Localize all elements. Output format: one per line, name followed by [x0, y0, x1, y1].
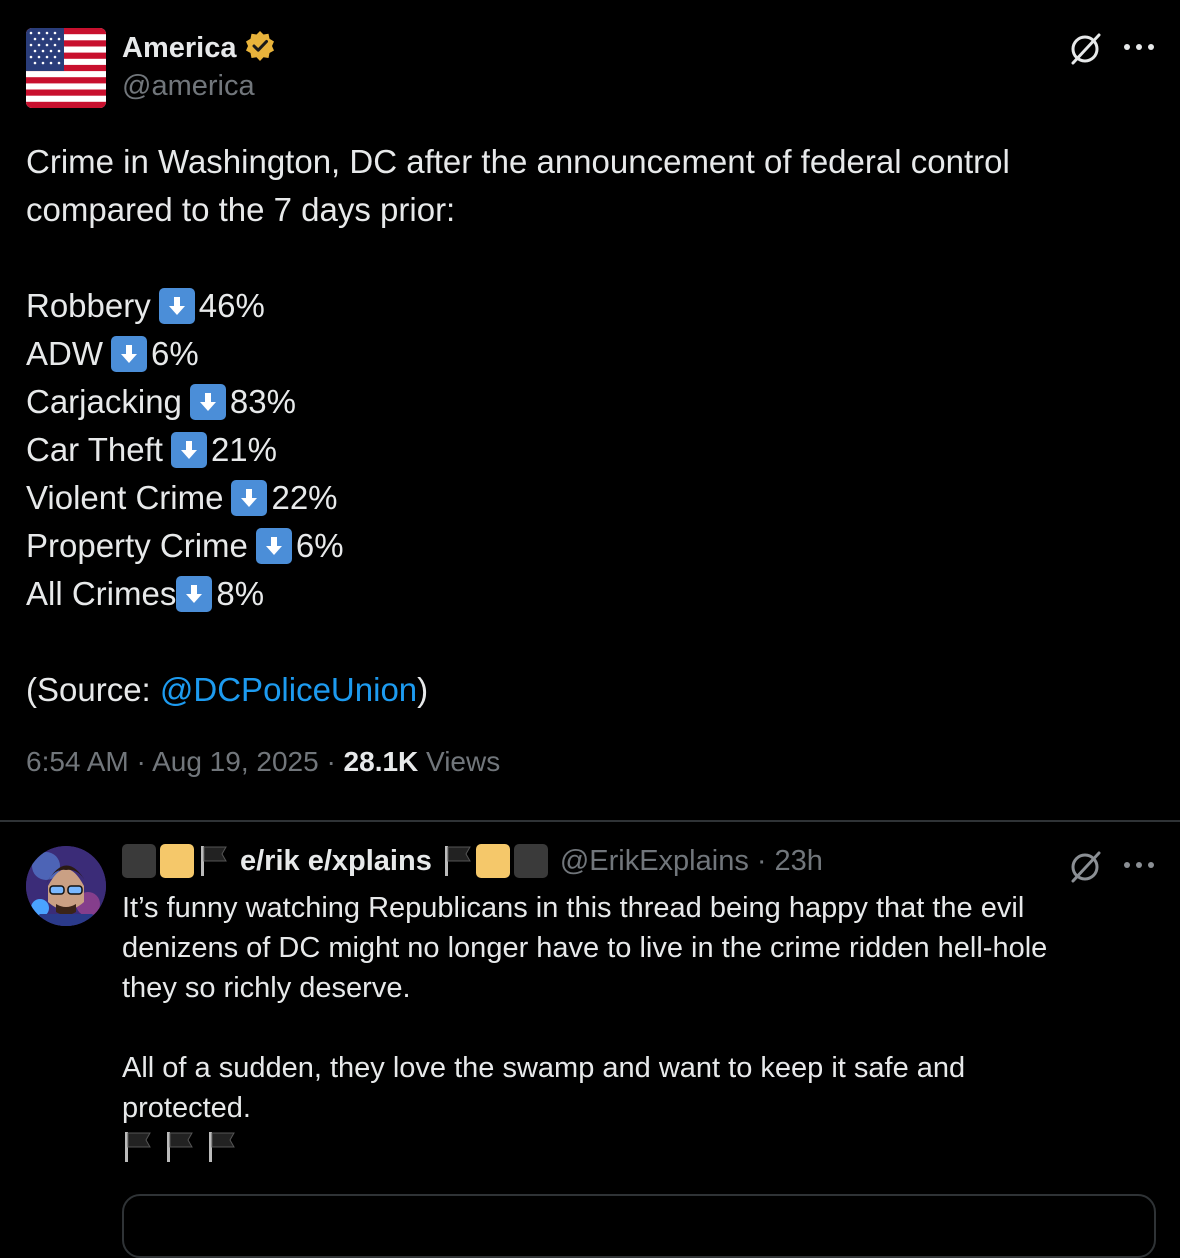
reply-text-line: protected. [122, 1092, 251, 1124]
stat-value: 83% [229, 383, 296, 420]
reply-text-line: denizens of DC might no longer have to l… [122, 932, 1048, 964]
black-square-icon [513, 844, 548, 878]
source-mention-link[interactable]: @DCPoliceUnion [160, 666, 417, 714]
stat-line-robbery: Robbery 46% [26, 282, 1146, 330]
down-arrow-icon [176, 576, 213, 612]
author-name-row: America [122, 30, 276, 67]
black-flag-icon [198, 844, 228, 878]
black-flag-icon [442, 844, 472, 878]
grok-icon[interactable] [1068, 32, 1102, 66]
stat-line-violent-crime: Violent Crime 22% [26, 474, 1146, 522]
author-display-name[interactable]: America [122, 32, 236, 65]
post-text-line: Crime in Washington, DC after the announ… [26, 143, 1010, 180]
yellow-square-icon [475, 844, 510, 878]
down-arrow-icon [255, 528, 292, 564]
us-flag-avatar[interactable] [26, 28, 106, 108]
stat-label: Car Theft [26, 431, 163, 468]
stat-value: 21% [210, 431, 278, 468]
stat-label: Carjacking [26, 383, 182, 420]
more-icon[interactable] [1124, 44, 1154, 52]
flags-row [122, 1130, 1142, 1164]
stat-line-carjacking: Carjacking 83% [26, 378, 1146, 426]
views-label: Views [418, 746, 501, 777]
main-post: America @america Crime in Washington, DC… [0, 0, 1180, 820]
stat-value: 6% [151, 335, 199, 372]
grok-icon[interactable] [1068, 850, 1102, 884]
black-square-icon [122, 844, 156, 878]
black-flag-icon [122, 1130, 152, 1164]
views-count: 28.1K [343, 746, 419, 777]
down-arrow-icon [111, 336, 147, 372]
reply-text-line: they so richly deserve. [122, 972, 411, 1004]
stat-value: 22% [271, 479, 338, 516]
source-line: (Source: @DCPoliceUnion) [26, 666, 1146, 714]
down-arrow-icon [231, 480, 268, 516]
post-meta: 6:54 AM · Aug 19, 2025 · 28.1K Views [26, 746, 500, 778]
stat-value: 6% [295, 527, 344, 564]
yellow-square-icon [160, 844, 194, 878]
source-suffix: ) [417, 671, 429, 708]
reply-avatar[interactable] [26, 846, 106, 926]
stat-label: All Crimes [26, 575, 177, 612]
stat-line-adw: ADW 6% [26, 330, 1146, 378]
more-icon[interactable] [1124, 862, 1154, 870]
verified-badge-icon [244, 30, 276, 67]
stat-value: 46% [198, 287, 265, 324]
black-flag-icon [164, 1130, 194, 1164]
author-handle[interactable]: @america [122, 70, 255, 103]
reply-text-line: All of a sudden, they love the swamp and… [122, 1052, 966, 1084]
reply-time[interactable]: · 23h [757, 845, 823, 878]
down-arrow-icon [158, 288, 195, 324]
reply-text-line: It’s funny watching Republicans in this … [122, 892, 1025, 924]
stat-line-property-crime: Property Crime 6% [26, 522, 1146, 570]
reply-header: e/rik e/xplains @ErikExplains · 23h [122, 844, 823, 878]
stat-label: Property Crime [26, 527, 248, 564]
reply-post[interactable]: e/rik e/xplains @ErikExplains · 23h It’s… [0, 822, 1180, 1258]
black-flag-icon [206, 1130, 236, 1164]
down-arrow-icon [170, 432, 207, 468]
post-body: Crime in Washington, DC after the announ… [26, 138, 1146, 714]
stat-line-all-crimes: All Crimes 8% [26, 570, 1146, 618]
stat-label: Violent Crime [26, 479, 224, 516]
reply-handle[interactable]: @ErikExplains [560, 845, 749, 878]
stat-value: 8% [216, 575, 265, 612]
post-text-line: compared to the 7 days prior: [26, 191, 456, 228]
stat-label: ADW [26, 335, 103, 372]
quoted-content-box[interactable] [122, 1194, 1156, 1258]
down-arrow-icon [189, 384, 226, 420]
stat-label: Robbery [26, 287, 151, 324]
source-prefix: (Source: [26, 671, 160, 708]
post-timestamp[interactable]: 6:54 AM · Aug 19, 2025 · [26, 746, 344, 777]
stat-line-car-theft: Car Theft 21% [26, 426, 1146, 474]
reply-body: It’s funny watching Republicans in this … [122, 888, 1142, 1164]
reply-display-name[interactable]: e/rik e/xplains [240, 845, 432, 878]
